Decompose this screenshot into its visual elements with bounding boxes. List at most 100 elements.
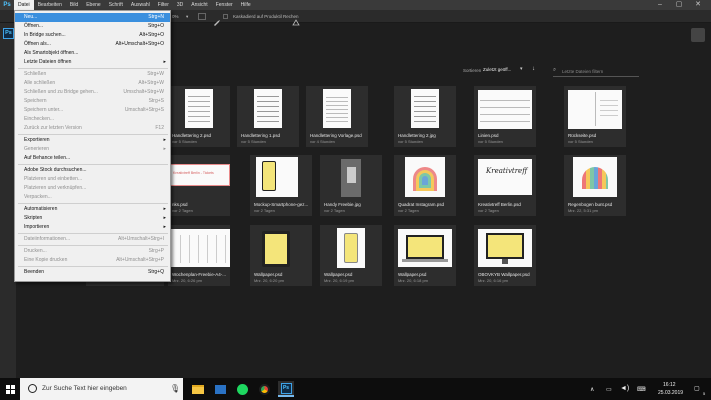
- network-icon[interactable]: ▭: [606, 386, 612, 393]
- photoshop-home-icon[interactable]: Ps: [3, 28, 14, 39]
- volume-icon[interactable]: ◄): [620, 385, 629, 392]
- notification-icon[interactable]: ▢: [694, 385, 700, 392]
- settings-icon[interactable]: [292, 13, 300, 26]
- file-explorer-icon[interactable]: [190, 381, 206, 397]
- menu-item[interactable]: Zurück zur letzten Version F12: [15, 124, 170, 133]
- file-card[interactable]: Linien.psd vor 5 Stunden: [474, 86, 536, 147]
- menu-item[interactable]: Platzieren und einbetten...: [15, 175, 170, 184]
- chrome-icon[interactable]: [256, 381, 272, 397]
- menubar-item[interactable]: Schrift: [105, 0, 127, 10]
- menubar-item[interactable]: Bild: [66, 0, 82, 10]
- menu-item[interactable]: Als Smartobjekt öffnen...: [15, 49, 170, 58]
- file-time: Mrz. 20, 6:16 pm: [478, 278, 509, 283]
- menu-item-label: Öffnen...: [24, 23, 44, 29]
- brush-icon[interactable]: [213, 13, 221, 26]
- file-thumbnail: [474, 225, 536, 270]
- menu-item[interactable]: Automatisieren ▸: [15, 205, 170, 214]
- menu-item-label: Zurück zur letzten Version: [24, 125, 82, 131]
- chevron-down-icon[interactable]: ▾: [520, 66, 523, 72]
- file-card[interactable]: Quadrat Instagram.psd vor 2 Tagen: [394, 155, 456, 216]
- file-card[interactable]: Kreativtreff Kreativtreff Berlin.psd vor…: [474, 155, 536, 216]
- menu-item[interactable]: Dateiinformationen... Alt+Umschalt+Strg+I: [15, 235, 170, 244]
- menu-item[interactable]: Speichern Strg+S: [15, 97, 170, 106]
- options-chevron-icon[interactable]: ▾: [186, 14, 188, 20]
- file-card[interactable]: Wallpaper.psd Mrz. 20, 6:20 pm: [250, 225, 312, 286]
- taskbar-search-box[interactable]: Zur Suche Text hier eingeben 🎙: [20, 378, 183, 400]
- close-button[interactable]: ✕: [691, 0, 705, 10]
- file-card[interactable]: Rückseite.psd vor 5 Stunden: [564, 86, 626, 147]
- checkbox[interactable]: [223, 14, 228, 19]
- sort-direction-icon[interactable]: ↓: [532, 66, 535, 72]
- menu-item-shortcut: Alt+Umschalt+Strg+O: [115, 41, 165, 47]
- menu-item-shortcut: Alt+Strg+W: [138, 80, 164, 86]
- menu-item[interactable]: Platzieren und verknüpfen...: [15, 184, 170, 193]
- menubar-item[interactable]: Ansicht: [187, 0, 211, 10]
- file-card[interactable]: Regenbogen bunt.psd Mrz. 22, 5:31 pm: [564, 155, 626, 216]
- start-button[interactable]: [0, 378, 20, 400]
- menu-item[interactable]: Skripten ▸: [15, 214, 170, 223]
- menu-item[interactable]: Exportieren ▸: [15, 136, 170, 145]
- menubar-item[interactable]: Ebene: [82, 0, 104, 10]
- menu-item[interactable]: Auf Behance teilen...: [15, 154, 170, 163]
- menubar-item[interactable]: Bearbeiten: [34, 0, 66, 10]
- menubar-item[interactable]: Auswahl: [127, 0, 154, 10]
- menubar-item[interactable]: Datei: [14, 0, 34, 10]
- file-card[interactable]: Wochenplan-Freebie-A4-... Mrz. 20, 6:26 …: [168, 225, 230, 286]
- menu-item-label: Letzte Dateien öffnen: [24, 59, 72, 65]
- file-card[interactable]: OBOVKYB Wallpaper.psd Mrz. 20, 6:16 pm: [474, 225, 536, 286]
- menubar-item[interactable]: Fenster: [212, 0, 237, 10]
- menu-item[interactable]: Beenden Strg+Q: [15, 268, 170, 277]
- maximize-button[interactable]: ▢: [672, 0, 686, 10]
- menu-item[interactable]: Schließen Strg+W: [15, 70, 170, 79]
- menu-item[interactable]: Öffnen... Strg+O: [15, 22, 170, 31]
- menu-item[interactable]: Adobe Stock durchsuchen...: [15, 166, 170, 175]
- file-card[interactable]: Handlettering 1.psd vor 5 Stunden: [237, 86, 299, 147]
- sort-select[interactable]: Zuletzt geöff...: [483, 67, 511, 72]
- menu-item[interactable]: Alle schließen Alt+Strg+W: [15, 79, 170, 88]
- outlook-icon[interactable]: [212, 381, 228, 397]
- menu-item[interactable]: Verpacken...: [15, 193, 170, 202]
- photoshop-taskbar-icon[interactable]: Ps: [278, 381, 294, 397]
- file-thumbnail: [168, 86, 230, 131]
- menu-item-shortcut: Strg+N: [148, 14, 164, 20]
- menubar-item[interactable]: Hilfe: [237, 0, 255, 10]
- menu-item[interactable]: Importieren ▸: [15, 223, 170, 232]
- minimize-button[interactable]: –: [653, 0, 667, 10]
- menu-item[interactable]: Öffnen als... Alt+Umschalt+Strg+O: [15, 40, 170, 49]
- tray-chevron-icon[interactable]: ∧: [590, 386, 594, 393]
- menu-item[interactable]: In Bridge suchen... Alt+Strg+O: [15, 31, 170, 40]
- file-card[interactable]: Handlettering 2.psd vor 5 Stunden: [168, 86, 230, 147]
- file-card[interactable]: Handlettering 2.jpg vor 5 Stunden: [394, 86, 456, 147]
- keyboard-icon[interactable]: ⌨: [637, 386, 646, 393]
- menu-item[interactable]: Schließen und zu Bridge gehen... Umschalt…: [15, 88, 170, 97]
- file-card[interactable]: Wallpaper.psd Mrz. 20, 6:19 pm: [320, 225, 382, 286]
- menu-item[interactable]: Drucken... Strg+P: [15, 247, 170, 256]
- menu-item-shortcut: Alt+Umschalt+Strg+I: [118, 236, 164, 242]
- menubar-item[interactable]: Filter: [154, 0, 173, 10]
- clock-date[interactable]: 25.03.2019: [658, 390, 683, 396]
- menu-item[interactable]: Neu... Strg+N: [15, 13, 170, 22]
- menu-item-shortcut: Strg+O: [148, 23, 164, 29]
- menubar-item[interactable]: 3D: [173, 0, 187, 10]
- file-card[interactable]: Handlettering Vorlage.psd vor 4 Stunden: [306, 86, 368, 147]
- microphone-icon[interactable]: 🎙: [170, 384, 180, 393]
- menu-item[interactable]: Generieren ▸: [15, 145, 170, 154]
- menu-item[interactable]: Eine Kopie drucken Alt+Umschalt+Strg+P: [15, 256, 170, 265]
- panel-toggle-button[interactable]: [691, 28, 705, 42]
- file-card[interactable]: Wallpaper.psd Mrz. 20, 6:18 pm: [394, 225, 456, 286]
- file-card[interactable]: Kreativtreff Berlin - Tickets nks.psd vo…: [168, 155, 230, 216]
- clock-time[interactable]: 16:12: [663, 382, 676, 388]
- file-card[interactable]: Handy Freebie.jpg vor 2 Tagen: [320, 155, 382, 216]
- menu-item[interactable]: Letzte Dateien öffnen ▸: [15, 58, 170, 67]
- file-card[interactable]: Mockup-Smartphone-gez... vor 2 Tagen: [250, 155, 312, 216]
- menu-item[interactable]: Speichern unter... Umschalt+Strg+S: [15, 106, 170, 115]
- file-thumbnail: [564, 155, 626, 200]
- option-toggle[interactable]: [198, 13, 206, 20]
- spotify-icon[interactable]: [234, 381, 250, 397]
- menu-separator: [18, 266, 168, 267]
- menu-item-label: Exportieren: [24, 137, 50, 143]
- menu-item-label: Auf Behance teilen...: [24, 155, 71, 161]
- menu-item[interactable]: Einchecken...: [15, 115, 170, 124]
- filter-input[interactable]: [562, 66, 638, 76]
- file-name: Wochenplan-Freebie-A4-...: [172, 272, 226, 277]
